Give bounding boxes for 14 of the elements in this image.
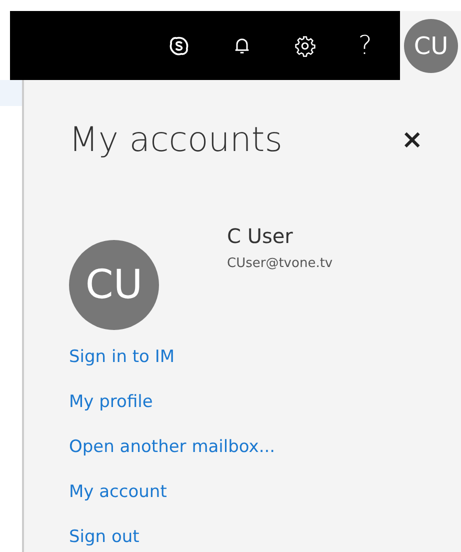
menu-link[interactable]: Open another mailbox... [69, 435, 276, 460]
gear-icon[interactable] [294, 34, 316, 56]
skype-icon[interactable] [168, 34, 190, 56]
user-name: C User [227, 224, 294, 248]
panel-title: My accounts [69, 120, 282, 160]
user-email: CUser@tvone.tv [227, 256, 333, 271]
user-avatar[interactable]: CU [404, 18, 458, 72]
help-button[interactable]: ? [358, 32, 372, 58]
user-avatar: CU [69, 240, 159, 330]
menu-link[interactable]: My profile [69, 390, 153, 415]
menu-link[interactable]: Sign in to IM [69, 345, 175, 370]
close-button[interactable]: × [397, 125, 427, 155]
menu-link[interactable]: Sign out [69, 525, 140, 550]
menu-link[interactable]: My account [69, 480, 167, 505]
